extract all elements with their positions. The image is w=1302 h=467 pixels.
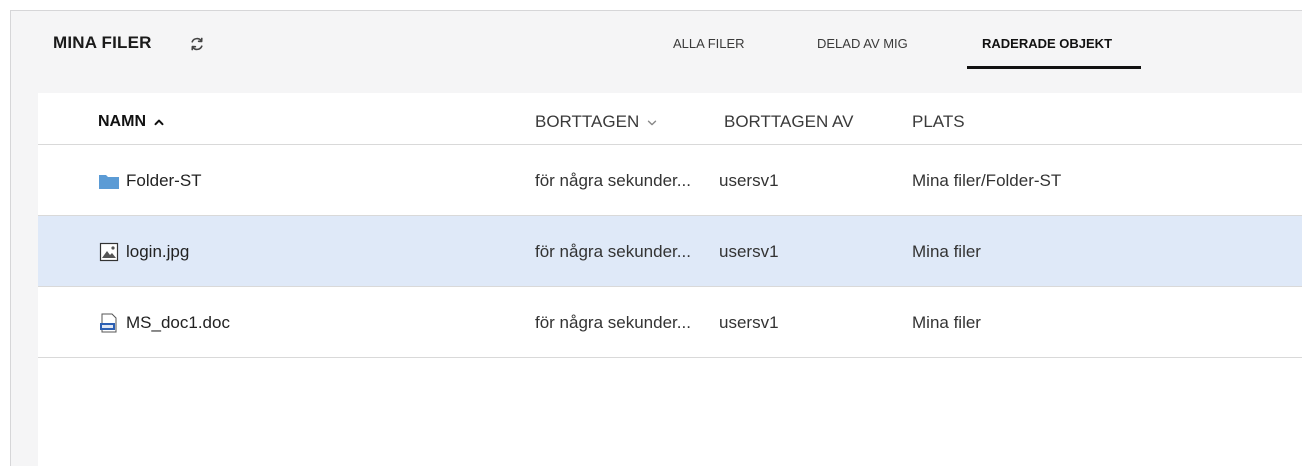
row-deleted: för några sekunder...: [535, 171, 691, 190]
table-header: NAMN BORTTAGEN BORTTAGEN AV PLATS: [38, 93, 1302, 145]
row-deleted-by: usersv1: [719, 242, 779, 261]
folder-icon: [99, 175, 119, 189]
deleted-items-table: NAMN BORTTAGEN BORTTAGEN AV PLATS Folder…: [38, 93, 1302, 467]
column-header-deleted-by[interactable]: BORTTAGEN AV: [724, 112, 853, 132]
row-deleted-by: usersv1: [719, 313, 779, 332]
files-header: MINA FILER ALLA FILER DELAD AV MIG RADER…: [11, 11, 1302, 93]
row-deleted: för några sekunder...: [535, 242, 691, 261]
row-location: Mina filer/Folder-ST: [912, 171, 1062, 190]
row-name: MS_doc1.doc: [126, 313, 230, 332]
row-deleted-by: usersv1: [719, 171, 779, 190]
row-location: Mina filer: [912, 313, 981, 332]
tab-raderade-objekt[interactable]: RADERADE OBJEKT: [982, 36, 1112, 51]
files-panel: MINA FILER ALLA FILER DELAD AV MIG RADER…: [10, 10, 1302, 467]
tab-alla-filer[interactable]: ALLA FILER: [673, 36, 745, 51]
tab-delad-av-mig[interactable]: DELAD AV MIG: [817, 36, 908, 51]
column-header-name-label: NAMN: [98, 113, 146, 130]
doc-file-icon: [100, 313, 117, 333]
image-file-icon: [99, 242, 119, 262]
outer-margin: [0, 0, 10, 466]
column-header-name[interactable]: NAMN: [98, 113, 164, 131]
table-row[interactable]: MS_doc1.doc för några sekunder... usersv…: [38, 287, 1302, 358]
chevron-down-icon: [648, 120, 657, 125]
row-name: login.jpg: [126, 242, 190, 261]
table-row[interactable]: Folder-ST för några sekunder... usersv1 …: [38, 145, 1302, 216]
table-row[interactable]: login.jpg för några sekunder... usersv1 …: [38, 216, 1302, 287]
active-tab-indicator: [967, 66, 1141, 69]
row-deleted: för några sekunder...: [535, 313, 691, 332]
row-name: Folder-ST: [126, 171, 202, 190]
page-title: MINA FILER: [53, 33, 152, 52]
refresh-icon[interactable]: [188, 35, 206, 53]
column-header-deleted-label: BORTTAGEN: [535, 112, 640, 131]
column-header-deleted[interactable]: BORTTAGEN: [535, 112, 657, 132]
column-header-location[interactable]: PLATS: [912, 112, 965, 132]
row-location: Mina filer: [912, 242, 981, 261]
sort-ascending-icon: [154, 119, 164, 125]
